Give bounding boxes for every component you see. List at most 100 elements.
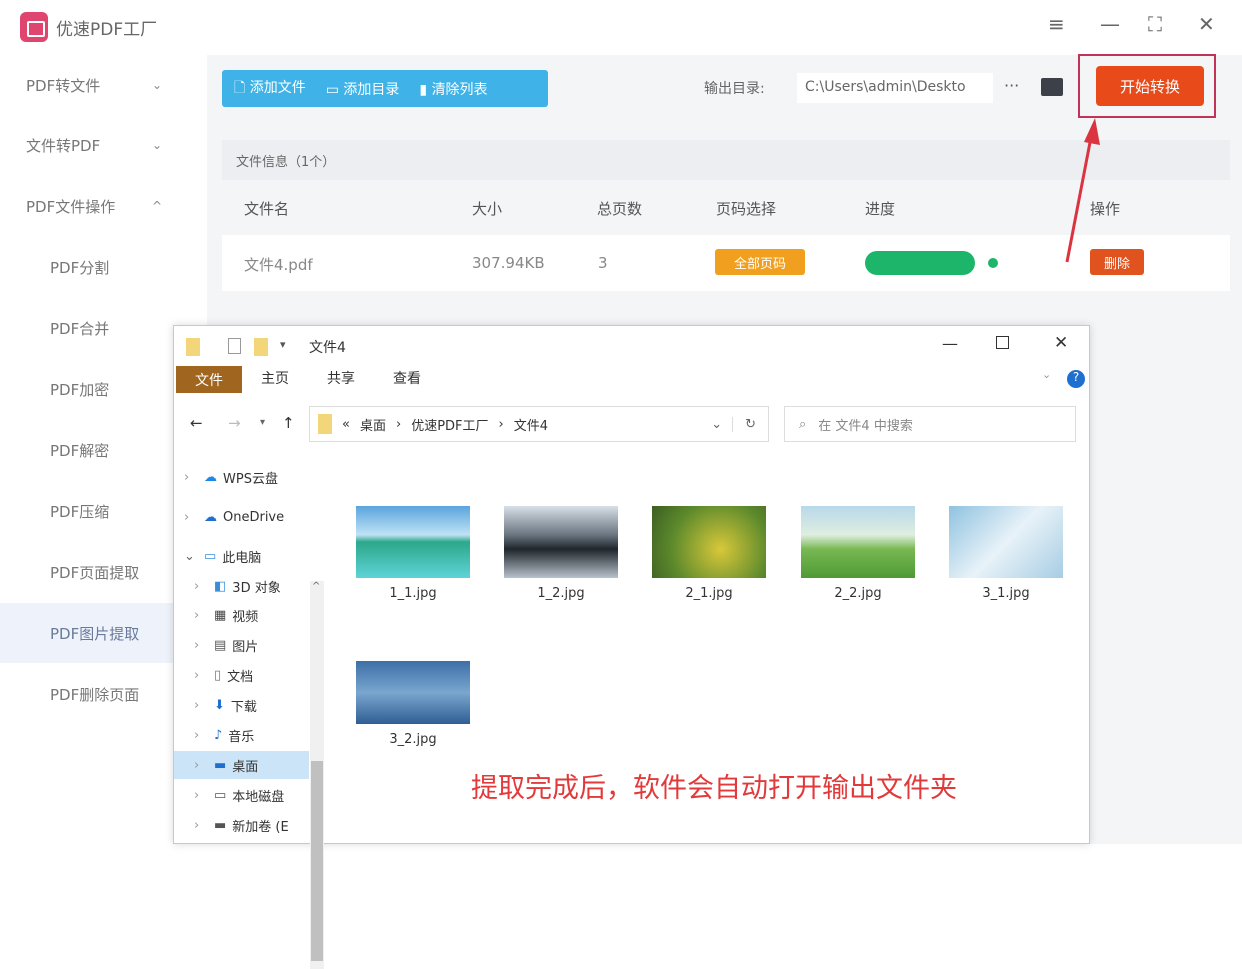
nav-downloads[interactable]: › ⬇ 下载 xyxy=(174,691,309,719)
search-input[interactable]: ⌕ 在 文件4 中搜索 xyxy=(784,406,1076,442)
overflow-icon: « xyxy=(342,416,350,432)
separator-icon: › xyxy=(395,416,402,432)
folder-icon[interactable] xyxy=(1041,78,1063,96)
back-icon[interactable]: ← xyxy=(190,414,203,432)
recent-dropdown-icon[interactable]: ▾ xyxy=(260,417,265,428)
annotation-text: 提取完成后，软件会自动打开输出文件夹 xyxy=(471,773,957,804)
path-segment[interactable]: 文件4 xyxy=(514,415,548,434)
add-dir-button[interactable]: ▭ 添加目录 xyxy=(326,79,400,99)
file-name: 2_2.jpg xyxy=(834,586,882,601)
col-size: 大小 xyxy=(472,200,503,218)
sidebar-item-pdf-ops[interactable]: PDF文件操作 ^ xyxy=(0,176,207,236)
nav-documents[interactable]: › ▯ 文档 xyxy=(174,661,309,689)
browse-more-button[interactable]: ··· xyxy=(1004,76,1019,95)
clear-list-label: 清除列表 xyxy=(431,81,488,98)
close-icon[interactable]: ✕ xyxy=(1054,333,1068,353)
file-name: 1_1.jpg xyxy=(389,586,437,601)
folder-icon xyxy=(318,414,332,434)
menu-icon[interactable]: ≡ xyxy=(1048,12,1065,36)
nav-wps[interactable]: › ☁ WPS云盘 xyxy=(174,463,309,491)
help-icon[interactable]: ? xyxy=(1067,370,1085,388)
file-name: 3_2.jpg xyxy=(389,732,437,747)
forward-icon[interactable]: → xyxy=(228,414,241,432)
image-preview xyxy=(504,506,618,578)
nav-label: 视频 xyxy=(232,609,259,625)
tab-view[interactable]: 查看 xyxy=(393,368,421,388)
sidebar-item-pdf-to-file[interactable]: PDF转文件 ⌄ xyxy=(0,55,207,115)
col-action: 操作 xyxy=(1090,200,1121,218)
close-icon[interactable]: ✕ xyxy=(1198,12,1215,36)
page-select-button[interactable]: 全部页码 xyxy=(715,249,805,275)
clear-list-button[interactable]: ▮ 清除列表 xyxy=(419,79,487,99)
col-progress: 进度 xyxy=(865,200,896,218)
nav-pictures[interactable]: › ▤ 图片 xyxy=(174,631,309,659)
file-thumbnail[interactable]: 1_2.jpg xyxy=(503,506,619,601)
properties-icon[interactable] xyxy=(228,338,241,354)
expand-ribbon-icon[interactable]: ⌄ xyxy=(1042,368,1051,381)
nav-onedrive[interactable]: › ☁ OneDrive xyxy=(174,503,309,531)
file-thumbnail[interactable]: 2_1.jpg xyxy=(651,506,767,601)
sidebar-item-label: PDF转文件 xyxy=(26,76,101,95)
add-file-label: 添加文件 xyxy=(249,79,306,96)
output-dir-label: 输出目录: xyxy=(704,81,765,97)
nav-label: 本地磁盘 xyxy=(232,789,285,805)
nav-label: 音乐 xyxy=(228,729,255,745)
tab-share[interactable]: 共享 xyxy=(327,368,355,388)
nav-label: 桌面 xyxy=(232,759,259,775)
col-filename: 文件名 xyxy=(244,200,290,218)
new-folder-icon[interactable] xyxy=(254,338,268,356)
refresh-icon[interactable]: ↻ xyxy=(732,416,768,432)
start-convert-button[interactable]: 开始转换 xyxy=(1096,66,1204,106)
image-preview xyxy=(356,506,470,578)
nav-volume-e[interactable]: › ▬ 新加卷 (E xyxy=(174,811,309,839)
maximize-icon[interactable]: ⛶ xyxy=(1148,12,1162,36)
scroll-up-icon[interactable]: ^ xyxy=(312,581,320,592)
scrollbar-thumb[interactable] xyxy=(311,761,323,961)
nav-label: 新加卷 (E xyxy=(232,819,289,835)
chevron-up-icon: ^ xyxy=(152,199,163,213)
tab-file[interactable]: 文件 xyxy=(176,366,242,393)
file-name: 3_1.jpg xyxy=(982,586,1030,601)
separator-icon: › xyxy=(498,416,504,432)
delete-button[interactable]: 删除 xyxy=(1090,249,1144,275)
nav-local-disk[interactable]: › ▭ 本地磁盘 xyxy=(174,781,309,809)
address-bar[interactable]: « 桌面 › 优速PDF工厂 › 文件4 ⌄ ↻ xyxy=(309,406,769,442)
path-segment[interactable]: 优速PDF工厂 xyxy=(411,415,488,434)
file-thumbnail[interactable]: 1_1.jpg xyxy=(355,506,471,601)
up-icon[interactable]: ↑ xyxy=(282,414,295,432)
file-pages: 3 xyxy=(598,254,608,272)
nav-label: WPS云盘 xyxy=(223,471,278,487)
sidebar-item-file-to-pdf[interactable]: 文件转PDF ⌄ xyxy=(0,115,207,175)
explorer-title: 文件4 xyxy=(309,340,346,356)
search-icon: ⌕ xyxy=(799,416,807,432)
nav-3d[interactable]: › ◧ 3D 对象 xyxy=(174,572,309,600)
done-icon xyxy=(988,258,998,268)
app-title: 优速PDF工厂 xyxy=(56,20,158,40)
address-dropdown-icon[interactable]: ⌄ xyxy=(711,417,722,432)
file-name: 2_1.jpg xyxy=(685,586,733,601)
search-placeholder: 在 文件4 中搜索 xyxy=(818,418,913,434)
chevron-down-icon: ⌄ xyxy=(152,138,163,152)
quick-access-dropdown-icon[interactable]: ▾ xyxy=(280,338,286,351)
nav-desktop[interactable]: › ▬ 桌面 xyxy=(174,751,309,779)
maximize-icon[interactable] xyxy=(996,336,1009,349)
image-preview xyxy=(949,506,1063,578)
nav-label: 文档 xyxy=(227,669,254,685)
file-thumbnail[interactable]: 3_2.jpg xyxy=(355,661,471,747)
path-segment[interactable]: 桌面 xyxy=(360,415,386,434)
minimize-icon[interactable]: — xyxy=(942,334,958,353)
add-file-button[interactable]: 🗋 添加文件 xyxy=(234,77,306,101)
nav-this-pc[interactable]: ⌄ ▭ 此电脑 xyxy=(174,542,309,570)
tab-home[interactable]: 主页 xyxy=(261,368,289,388)
chevron-down-icon: ⌄ xyxy=(152,78,163,92)
file-thumbnail[interactable]: 3_1.jpg xyxy=(948,506,1064,601)
minimize-icon[interactable]: — xyxy=(1100,12,1120,36)
file-thumbnail[interactable]: 2_2.jpg xyxy=(800,506,916,601)
sidebar-item-split[interactable]: PDF分割 xyxy=(0,237,207,297)
output-dir-input[interactable]: C:\Users\admin\Deskto xyxy=(797,73,993,103)
nav-music[interactable]: › ♪ 音乐 xyxy=(174,721,309,749)
file-toolbar: 🗋 添加文件 ▭ 添加目录 ▮ 清除列表 xyxy=(222,70,548,107)
file-name: 文件4.pdf xyxy=(244,256,313,274)
file-size: 307.94KB xyxy=(472,254,545,272)
nav-videos[interactable]: › ▦ 视频 xyxy=(174,601,309,629)
